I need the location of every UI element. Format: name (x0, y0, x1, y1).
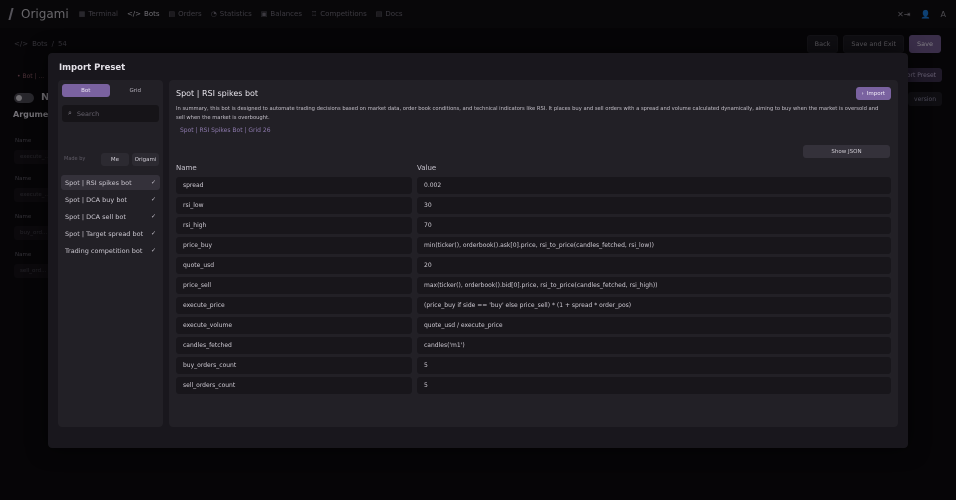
import-preset-modal: Import Preset Bot Grid ⌕ Search Made by … (48, 53, 908, 448)
preset-item[interactable]: Trading competition bot ✓ (61, 243, 160, 258)
argument-name: candles_fetched (176, 337, 412, 354)
column-header-name: Name (176, 164, 197, 172)
argument-name: execute_volume (176, 317, 412, 334)
argument-value: (price_buy if side == 'buy' else price_s… (417, 297, 891, 314)
preset-item[interactable]: Spot | RSI spikes bot ✓ (61, 175, 160, 190)
argument-row: rsi_high 70 (176, 217, 891, 234)
argument-value: 0.002 (417, 177, 891, 194)
chevron-right-icon: › (861, 90, 864, 97)
argument-row: sell_orders_count 5 (176, 377, 891, 394)
check-icon: ✓ (150, 247, 156, 254)
preset-detail: Spot | RSI spikes bot › Import In summar… (169, 80, 898, 427)
argument-row: quote_usd 20 (176, 257, 891, 274)
preset-item[interactable]: Spot | Target spread bot ✓ (61, 226, 160, 241)
check-icon: ✓ (150, 179, 156, 186)
argument-value: candles('m1') (417, 337, 891, 354)
check-icon: ✓ (150, 213, 156, 220)
import-button[interactable]: › Import (855, 87, 891, 100)
argument-value: 5 (417, 357, 891, 374)
argument-table: spread 0.002 rsi_low 30 rsi_high 70 price_buy m… (176, 177, 891, 397)
argument-value: quote_usd / execute_price (417, 317, 891, 334)
argument-name: rsi_high (176, 217, 412, 234)
column-header-value: Value (417, 164, 437, 172)
argument-value: 5 (417, 377, 891, 394)
preset-type-tabs: Bot Grid (62, 84, 159, 97)
argument-value: 70 (417, 217, 891, 234)
argument-row: rsi_low 30 (176, 197, 891, 214)
check-icon: ✓ (150, 230, 156, 237)
argument-name: buy_orders_count (176, 357, 412, 374)
filter-me-button[interactable]: Me (101, 153, 129, 166)
search-placeholder: Search (76, 109, 100, 118)
argument-value: 20 (417, 257, 891, 274)
argument-name: sell_orders_count (176, 377, 412, 394)
made-by-label: Made by (64, 156, 86, 162)
argument-value: max(ticker(), orderbook().bid[0].price, … (417, 277, 891, 294)
argument-name: price_buy (176, 237, 412, 254)
preset-source-link[interactable]: Spot | RSI Spikes Bot | Grid 26 (180, 127, 271, 134)
argument-value: 30 (417, 197, 891, 214)
preset-item[interactable]: Spot | DCA sell bot ✓ (61, 209, 160, 224)
argument-row: execute_price (price_buy if side == 'buy'… (176, 297, 891, 314)
argument-name: price_sell (176, 277, 412, 294)
argument-name: quote_usd (176, 257, 412, 274)
tab-grid[interactable]: Grid (112, 84, 160, 97)
preset-item[interactable]: Spot | DCA buy bot ✓ (61, 192, 160, 207)
preset-list: Spot | RSI spikes bot ✓ Spot | DCA buy bo… (61, 175, 160, 260)
filter-origami-button[interactable]: Origami (132, 153, 159, 166)
argument-value: min(ticker(), orderbook().ask[0].price, … (417, 237, 891, 254)
preset-title: Spot | RSI spikes bot (176, 89, 259, 98)
argument-row: buy_orders_count 5 (176, 357, 891, 374)
preset-search-input[interactable]: ⌕ Search (62, 105, 159, 122)
preset-sidebar: Bot Grid ⌕ Search Made by Me Origami Spo… (58, 80, 163, 427)
tab-bot[interactable]: Bot (62, 84, 110, 97)
argument-row: spread 0.002 (176, 177, 891, 194)
modal-title: Import Preset (59, 63, 126, 73)
argument-name: rsi_low (176, 197, 412, 214)
check-icon: ✓ (150, 196, 156, 203)
argument-name: spread (176, 177, 412, 194)
preset-description: In summary, this bot is designed to auto… (176, 106, 879, 121)
search-icon: ⌕ (68, 109, 72, 117)
show-json-button[interactable]: Show JSON (803, 145, 890, 158)
argument-row: execute_volume quote_usd / execute_price (176, 317, 891, 334)
argument-row: candles_fetched candles('m1') (176, 337, 891, 354)
argument-name: execute_price (176, 297, 412, 314)
argument-row: price_sell max(ticker(), orderbook().bid[… (176, 277, 891, 294)
argument-row: price_buy min(ticker(), orderbook().ask[0… (176, 237, 891, 254)
